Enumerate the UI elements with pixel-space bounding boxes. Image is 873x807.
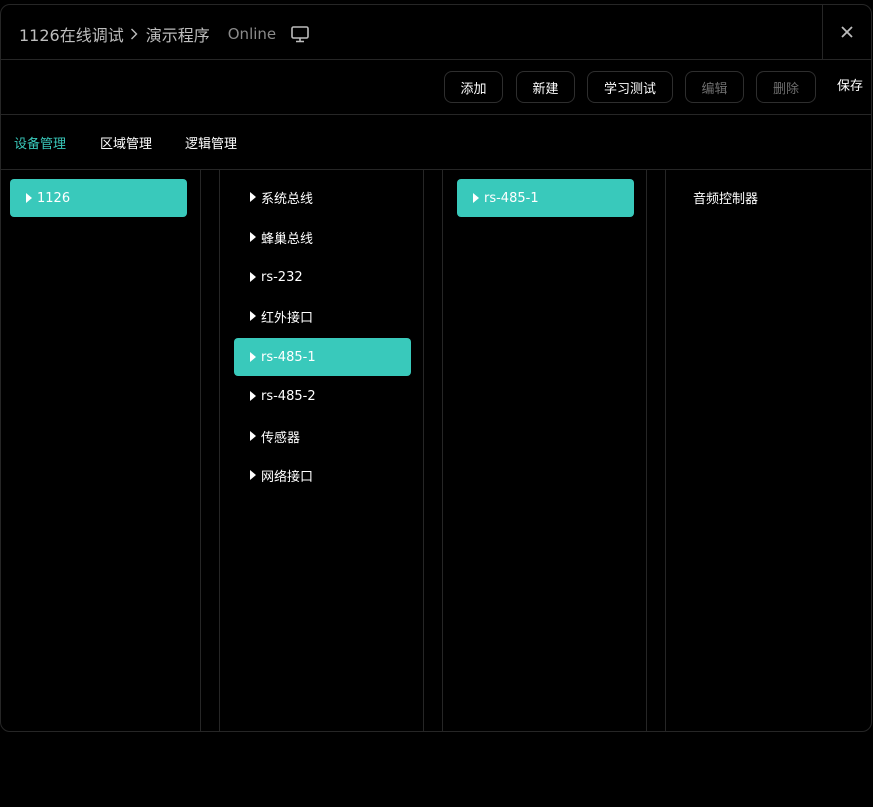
caret-right-icon [250, 431, 256, 441]
chevron-right-icon [130, 28, 138, 40]
tab-device-management[interactable]: 设备管理 [14, 133, 66, 152]
device-item-1126[interactable]: 1126 [10, 179, 187, 217]
interface-item[interactable]: 传感器 [234, 417, 411, 455]
interface-item[interactable]: 网络接口 [234, 456, 411, 494]
interface-item-selected[interactable]: rs-485-1 [234, 338, 411, 376]
save-button[interactable]: 保存 [837, 71, 863, 103]
caret-right-icon [250, 391, 256, 401]
add-button[interactable]: 添加 [444, 71, 503, 103]
column-divider [200, 170, 201, 731]
device-label: 1126 [37, 190, 71, 206]
tab-logic-management[interactable]: 逻辑管理 [185, 133, 237, 152]
interface-item[interactable]: rs-232 [234, 258, 411, 296]
interface-label: rs-232 [261, 269, 303, 285]
column-divider [665, 170, 666, 731]
close-button[interactable] [822, 5, 871, 59]
caret-right-icon [250, 272, 256, 282]
breadcrumb-root[interactable]: 1126在线调试 [19, 22, 124, 46]
interface-label: rs-485-2 [261, 388, 316, 404]
endpoint-item[interactable]: 音频控制器 [693, 188, 758, 207]
caret-right-icon [473, 193, 479, 203]
learn-test-button[interactable]: 学习测试 [587, 71, 673, 103]
connection-status: Online [227, 25, 277, 43]
breadcrumb-current: 演示程序 [145, 26, 210, 45]
edit-button[interactable]: 编辑 [685, 71, 744, 103]
caret-right-icon [250, 470, 256, 480]
interface-item[interactable]: 蜂巢总线 [234, 218, 411, 256]
close-icon [841, 26, 853, 38]
delete-button[interactable]: 删除 [756, 71, 816, 103]
breadcrumb: 1126在线调试 演示程序 Online [19, 22, 310, 46]
tab-area-management[interactable]: 区域管理 [100, 133, 152, 152]
caret-right-icon [250, 192, 256, 202]
debug-window: 1126在线调试 演示程序 Online 添加 新建 学习测试 编辑 删除 保存… [0, 4, 872, 732]
port-label: rs-485-1 [484, 190, 539, 206]
title-bar: 1126在线调试 演示程序 Online [1, 5, 871, 60]
caret-right-icon [250, 352, 256, 362]
port-item-selected[interactable]: rs-485-1 [457, 179, 634, 217]
column-divider [442, 170, 443, 731]
column-divider [646, 170, 647, 731]
toolbar: 添加 新建 学习测试 编辑 删除 保存 [1, 60, 871, 115]
interface-label: 蜂巢总线 [261, 231, 314, 247]
caret-right-icon [250, 311, 256, 321]
monitor-icon[interactable] [290, 25, 310, 43]
interface-item[interactable]: rs-485-2 [234, 377, 411, 415]
interface-label: 红外接口 [261, 310, 314, 326]
column-divider [219, 170, 220, 731]
interface-label: 网络接口 [261, 469, 314, 485]
caret-right-icon [26, 193, 32, 203]
tabs-bar: 设备管理 区域管理 逻辑管理 [1, 115, 871, 170]
interface-label: 传感器 [261, 430, 301, 446]
interface-item[interactable]: 红外接口 [234, 297, 411, 335]
interface-label: 系统总线 [261, 191, 314, 207]
caret-right-icon [250, 232, 256, 242]
interface-label: rs-485-1 [261, 349, 316, 365]
interface-item[interactable]: 系统总线 [234, 178, 411, 216]
new-button[interactable]: 新建 [516, 71, 575, 103]
column-divider [423, 170, 424, 731]
